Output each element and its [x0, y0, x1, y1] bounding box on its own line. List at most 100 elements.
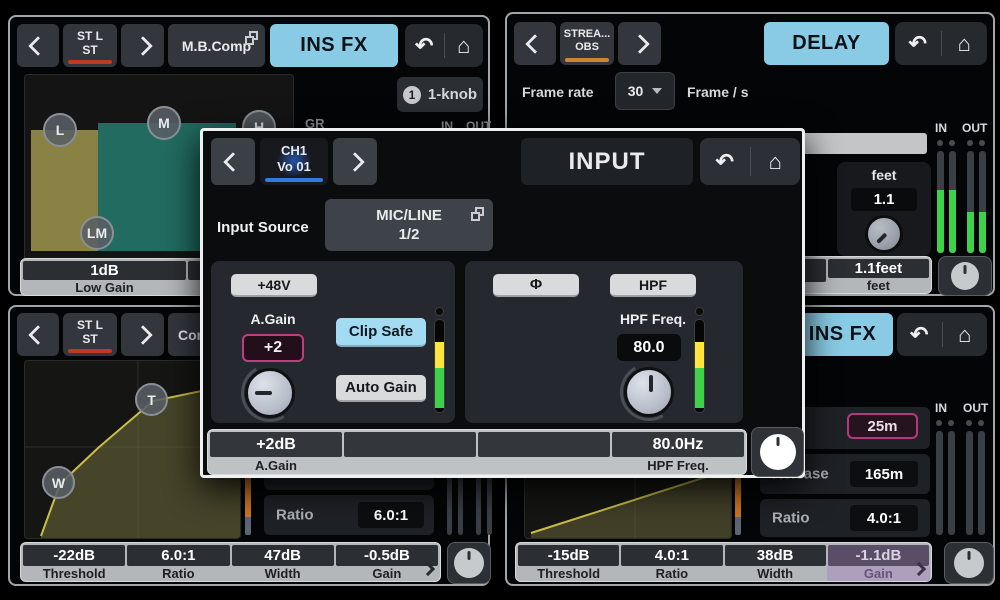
footer-label: Ratio: [655, 566, 689, 581]
tab-ins-fx[interactable]: INS FX: [270, 24, 398, 67]
channel-select-button[interactable]: ST L ST: [63, 313, 117, 356]
channel-select-button[interactable]: STREA... OBS: [560, 22, 614, 65]
footer-label: [478, 457, 610, 474]
in-label: IN: [935, 121, 947, 135]
feet-value: 1.1: [851, 188, 917, 211]
clip-dot: [966, 420, 972, 426]
hpf-button[interactable]: HPF: [610, 274, 696, 297]
knob-assign-button[interactable]: [751, 427, 804, 477]
parameter-footer: +2dB A.Gain 80.0Hz HPF Freq.: [207, 429, 747, 475]
footer-cell-threshold[interactable]: -22dB Threshold: [23, 545, 126, 581]
feet-label: feet: [871, 167, 897, 183]
footer-cell-low-gain[interactable]: 1dB Low Gain: [23, 261, 186, 295]
frame-rate-dropdown[interactable]: 30: [615, 72, 675, 110]
input-source-button[interactable]: MIC/LINE 1/2: [325, 199, 493, 251]
hpf-freq-label: HPF Freq.: [619, 311, 687, 327]
level-meter: [694, 319, 705, 413]
knob-assign-button[interactable]: [938, 256, 992, 296]
footer-cell-feet[interactable]: 1.1feet feet: [827, 259, 929, 293]
knob-assign-button[interactable]: [944, 542, 994, 584]
undo-icon: ↶: [908, 30, 927, 56]
knob-assign-button[interactable]: [447, 542, 491, 584]
prev-channel-button[interactable]: [17, 313, 59, 356]
home-button[interactable]: ⌂: [943, 313, 988, 356]
chevron-left-icon: [28, 324, 48, 345]
home-button[interactable]: ⌂: [751, 138, 801, 185]
param-row-ratio[interactable]: Ratio 4.0:1: [760, 499, 930, 537]
clip-dot: [937, 140, 943, 146]
channel-name: CH1: [280, 143, 307, 158]
clip-safe-button[interactable]: Clip Safe: [336, 318, 426, 347]
input-source-copy-icon: [471, 207, 484, 221]
footer-cell-ratio[interactable]: 6.0:1 Ratio: [127, 545, 230, 581]
footer-value: -22dB: [23, 545, 126, 566]
phase-button[interactable]: Φ: [493, 274, 579, 297]
auto-gain-button[interactable]: Auto Gain: [336, 375, 426, 402]
home-button[interactable]: ⌂: [445, 24, 484, 67]
phantom-48v-button[interactable]: +48V: [231, 274, 317, 297]
again-knob[interactable]: [245, 368, 295, 418]
chevron-left-icon: [525, 33, 545, 54]
footer-cell-threshold[interactable]: -15dB Threshold: [518, 545, 620, 581]
clip-dot: [936, 420, 942, 426]
tab-label: INS FX: [808, 323, 877, 345]
channel-name: ST L: [77, 318, 103, 332]
knob-tick: [255, 391, 272, 395]
undo-button[interactable]: ↶: [895, 22, 941, 65]
footer-cell-gain[interactable]: -0.5dB Gain: [335, 545, 438, 581]
home-icon: ⌂: [957, 30, 971, 56]
channel-select-button[interactable]: ST L ST: [63, 24, 117, 67]
threshold-handle-t[interactable]: T: [135, 383, 168, 416]
footer-cell-3[interactable]: [478, 432, 610, 474]
tab-delay[interactable]: DELAY: [764, 22, 889, 65]
feet-knob[interactable]: [865, 215, 903, 253]
meter-in-l: [936, 431, 943, 535]
footer-value: [344, 432, 476, 457]
hpf-freq-knob[interactable]: [624, 367, 674, 417]
band-handle-m[interactable]: M: [147, 106, 181, 140]
undo-button[interactable]: ↶: [897, 313, 942, 356]
next-channel-button[interactable]: [618, 22, 661, 65]
library-button-mbcomp[interactable]: M.B.Comp: [168, 24, 265, 67]
prev-channel-button[interactable]: [211, 138, 255, 185]
param-row-ratio[interactable]: Ratio 6.0:1: [264, 495, 434, 535]
footer-label: Threshold: [42, 566, 106, 581]
chevron-right-icon: [629, 33, 650, 54]
band-handle-l[interactable]: L: [43, 113, 77, 147]
one-knob-label: 1-knob: [427, 86, 478, 103]
prev-channel-button[interactable]: [514, 22, 556, 65]
tab-ins-fx[interactable]: INS FX: [792, 313, 893, 356]
clip-dot: [978, 420, 984, 426]
home-button[interactable]: ⌂: [942, 22, 988, 65]
row-value: 4.0:1: [850, 505, 918, 531]
next-channel-button[interactable]: [333, 138, 377, 185]
next-channel-button[interactable]: [121, 24, 164, 67]
footer-label: feet: [866, 278, 890, 293]
undo-button[interactable]: ↶: [405, 24, 444, 67]
meter-in-r: [948, 431, 955, 535]
footer-cell-width[interactable]: 47dB Width: [231, 545, 334, 581]
channel-select-button[interactable]: CH1 Vo 01: [260, 138, 328, 185]
undo-button[interactable]: ↶: [700, 138, 750, 185]
hpf-freq-value[interactable]: 80.0: [617, 334, 681, 361]
footer-cell-hpf-freq[interactable]: 80.0Hz HPF Freq.: [612, 432, 744, 474]
next-channel-button[interactable]: [121, 313, 164, 356]
footer-cell-again[interactable]: +2dB A.Gain: [210, 432, 342, 474]
footer-cell-ratio[interactable]: 4.0:1 Ratio: [621, 545, 723, 581]
one-knob-button[interactable]: 1 1-knob: [397, 77, 483, 112]
band-handle-lm[interactable]: LM: [80, 216, 114, 250]
footer-cell-2[interactable]: [344, 432, 476, 474]
band-label: LM: [86, 225, 108, 241]
channel-color-bar: [68, 60, 112, 64]
out-label: OUT: [963, 401, 989, 415]
parameter-footer: -22dB Threshold 6.0:1 Ratio 47dB Width -…: [20, 542, 441, 582]
footer-cell-gain-selected[interactable]: -1.1dB Gain: [826, 545, 930, 581]
width-handle-w[interactable]: W: [42, 466, 75, 499]
prev-channel-button[interactable]: [17, 24, 59, 67]
input-source-value2: 1/2: [398, 226, 420, 243]
caret-down-icon: [652, 88, 663, 94]
footer-cell-width[interactable]: 38dB Width: [724, 545, 826, 581]
again-value[interactable]: +2: [242, 334, 304, 362]
knob-icon: [954, 548, 984, 578]
channel-color-bar: [265, 178, 323, 182]
